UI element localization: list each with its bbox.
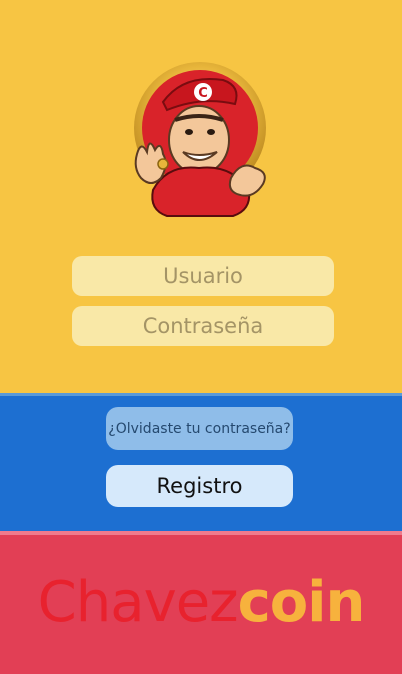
username-field[interactable]	[72, 256, 334, 296]
beret-letter: C	[198, 86, 208, 101]
register-button[interactable]: Registro	[106, 465, 293, 507]
register-label: Registro	[156, 474, 243, 498]
password-input[interactable]	[72, 314, 334, 338]
app-logo: C	[134, 62, 266, 217]
brand-wordmark: Chavezcoin	[0, 570, 402, 635]
login-screen: C ¿Olvidaste tu contraseña? Registro Cha…	[0, 0, 402, 674]
brand-part-2: coin	[237, 570, 366, 635]
password-field[interactable]	[72, 306, 334, 346]
brand-part-1: Chavez	[37, 570, 239, 635]
username-input[interactable]	[72, 264, 334, 288]
forgot-password-label: ¿Olvidaste tu contraseña?	[108, 420, 291, 437]
forgot-password-button[interactable]: ¿Olvidaste tu contraseña?	[106, 407, 293, 450]
